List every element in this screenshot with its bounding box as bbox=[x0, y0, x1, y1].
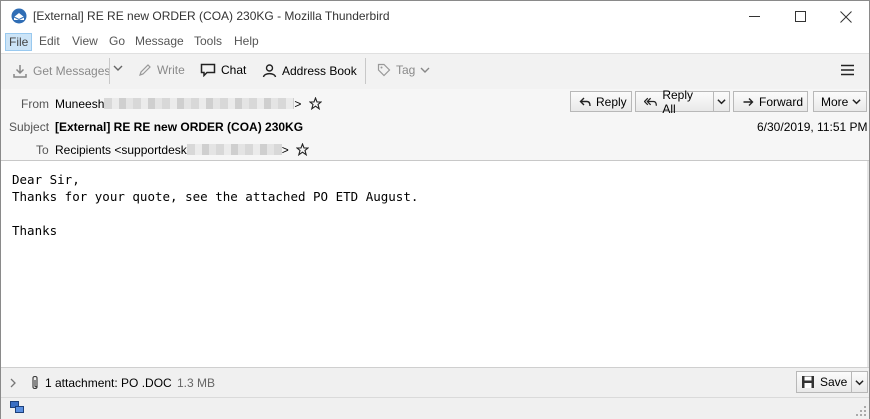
from-suffix: > bbox=[294, 97, 302, 111]
save-label: Save bbox=[820, 375, 848, 389]
chevron-down-icon bbox=[852, 99, 861, 105]
reply-all-label: Reply All bbox=[662, 87, 693, 116]
redacted-email bbox=[186, 144, 282, 155]
download-icon bbox=[13, 65, 27, 78]
forward-icon bbox=[743, 97, 754, 106]
chevron-down-icon bbox=[717, 99, 726, 105]
chevron-down-icon bbox=[855, 379, 864, 385]
menu-bar: File Edit View Go Message Tools Help bbox=[1, 32, 869, 52]
body-line: Dear Sir, bbox=[12, 172, 80, 187]
chevron-right-icon[interactable] bbox=[9, 378, 17, 388]
to-label: To bbox=[36, 143, 49, 157]
forward-button[interactable]: Forward bbox=[733, 91, 808, 112]
get-messages-label: Get Messages bbox=[33, 64, 111, 78]
to-value[interactable]: Recipients <supportdesk > bbox=[55, 142, 310, 157]
main-toolbar: Get Messages Write Chat Address Book Tag bbox=[1, 53, 869, 90]
address-book-label: Address Book bbox=[282, 63, 357, 78]
save-attachment-button[interactable]: Save bbox=[796, 371, 868, 393]
star-icon[interactable] bbox=[295, 142, 310, 157]
to-recipients: Recipients <supportdesk bbox=[55, 143, 187, 157]
body-line: Thanks bbox=[12, 223, 58, 238]
more-label: More bbox=[821, 94, 849, 109]
thunderbird-icon bbox=[11, 8, 27, 24]
message-header: From Muneesh > Subject [External] RE RE n… bbox=[1, 88, 869, 161]
chat-button[interactable]: Chat bbox=[200, 63, 246, 77]
menu-help[interactable]: Help bbox=[234, 34, 259, 48]
write-button[interactable]: Write bbox=[138, 63, 185, 77]
star-icon[interactable] bbox=[308, 96, 323, 111]
toolbar-divider bbox=[109, 58, 110, 84]
save-icon bbox=[802, 376, 814, 388]
attachment-bar: 1 attachment: PO .DOC 1.3 MB Save bbox=[1, 367, 869, 398]
app-menu-button[interactable] bbox=[841, 64, 854, 76]
subject-value: [External] RE RE new ORDER (COA) 230KG bbox=[55, 120, 304, 134]
window-title: [External] RE RE new ORDER (COA) 230KG -… bbox=[33, 9, 390, 23]
menu-tools[interactable]: Tools bbox=[194, 34, 222, 48]
status-bar bbox=[1, 397, 869, 419]
subject-label: Subject bbox=[9, 120, 50, 134]
pencil-icon bbox=[139, 64, 151, 76]
menu-go[interactable]: Go bbox=[109, 34, 125, 48]
more-button[interactable]: More bbox=[813, 91, 867, 112]
redacted-email bbox=[104, 98, 295, 109]
reply-icon bbox=[579, 97, 591, 106]
tag-label: Tag bbox=[396, 63, 416, 77]
chat-label: Chat bbox=[221, 63, 247, 77]
paperclip-icon bbox=[32, 375, 38, 390]
menu-view[interactable]: View bbox=[72, 34, 98, 48]
save-dropdown[interactable] bbox=[851, 372, 867, 392]
chat-icon bbox=[200, 63, 216, 77]
message-date: 6/30/2019, 11:51 PM bbox=[757, 120, 868, 134]
reply-all-button[interactable]: Reply All bbox=[635, 88, 730, 116]
minimize-icon bbox=[748, 16, 760, 17]
get-messages-dropdown[interactable] bbox=[113, 63, 123, 73]
from-value[interactable]: Muneesh > bbox=[55, 96, 323, 111]
scrollbar[interactable] bbox=[867, 161, 869, 367]
thunderbird-window: [External] RE RE new ORDER (COA) 230KG -… bbox=[0, 0, 870, 419]
reply-button[interactable]: Reply bbox=[570, 91, 632, 112]
minimize-button[interactable] bbox=[731, 1, 777, 32]
attachment-size: 1.3 MB bbox=[177, 376, 216, 390]
write-label: Write bbox=[157, 63, 185, 77]
contact-icon bbox=[262, 64, 277, 78]
tag-button[interactable]: Tag bbox=[377, 63, 430, 77]
resize-grip-icon[interactable] bbox=[856, 406, 866, 416]
reply-all-dropdown[interactable] bbox=[712, 92, 729, 111]
body-line: Thanks for your quote, see the attached … bbox=[12, 189, 419, 204]
to-suffix: > bbox=[281, 143, 289, 157]
maximize-icon bbox=[794, 11, 806, 22]
maximize-button[interactable] bbox=[777, 1, 823, 32]
hamburger-menu-icon bbox=[841, 64, 854, 76]
menu-edit[interactable]: Edit bbox=[39, 34, 60, 48]
chevron-down-icon bbox=[420, 67, 430, 73]
forward-label: Forward bbox=[759, 94, 804, 109]
tag-icon bbox=[377, 63, 391, 77]
online-status-icon[interactable] bbox=[10, 401, 24, 414]
title-bar: [External] RE RE new ORDER (COA) 230KG -… bbox=[1, 1, 869, 32]
reply-label: Reply bbox=[596, 94, 627, 109]
menu-message[interactable]: Message bbox=[135, 34, 184, 48]
chevron-down-icon bbox=[113, 65, 123, 71]
toolbar-divider bbox=[365, 58, 366, 84]
get-messages-button[interactable]: Get Messages bbox=[12, 63, 110, 79]
menu-file[interactable]: File bbox=[5, 33, 33, 51]
attachment-summary[interactable]: 1 attachment: PO .DOC bbox=[45, 376, 172, 390]
from-name: Muneesh bbox=[55, 97, 105, 111]
close-icon bbox=[840, 10, 852, 23]
message-body: Dear Sir, Thanks for your quote, see the … bbox=[12, 171, 418, 239]
address-book-button[interactable]: Address Book bbox=[262, 63, 357, 78]
close-button[interactable] bbox=[823, 1, 869, 32]
reply-all-icon bbox=[644, 97, 657, 106]
body-line bbox=[12, 205, 418, 222]
from-label: From bbox=[21, 97, 49, 111]
